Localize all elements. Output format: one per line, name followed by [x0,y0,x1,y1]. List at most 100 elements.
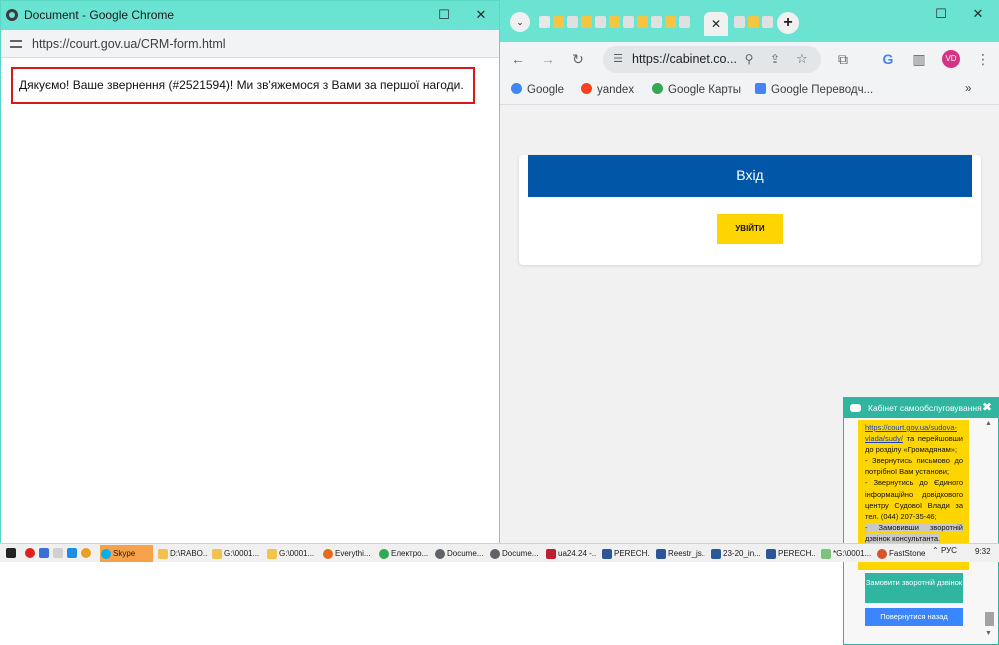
site-settings-icon[interactable]: ☰ [609,50,627,68]
scroll-up-icon[interactable]: ▲ [985,420,992,427]
maximize-icon[interactable]: ☐ [928,4,954,24]
start-windows-icon[interactable] [6,548,16,558]
tab-favicon-3[interactable] [567,16,578,28]
tab-favicon-5[interactable] [595,16,606,28]
extensions-puzzle-icon[interactable]: ⧉ [834,50,852,68]
share-icon[interactable]: ⇪ [766,50,784,68]
taskbar-everything[interactable]: Everythi... [322,545,374,562]
document-icon [711,549,721,559]
desktop-icon[interactable] [53,548,63,558]
tray-language[interactable]: ⌃ РУС [932,546,957,555]
opera-icon[interactable] [25,548,35,558]
chat-text-3: - Звернутись до Єдиного інформаційно дов… [865,478,963,521]
bookmark-yandex[interactable]: yandex [581,83,634,96]
taskbar-label: PERECH... [778,549,815,558]
close-icon[interactable]: ✕ [468,5,494,25]
taskbar-word-3[interactable]: 23-20_in... [710,545,760,562]
document-icon [656,549,666,559]
tab-favicon-7[interactable] [623,16,634,28]
taskbar-label: D:\RABO... [170,549,207,558]
close-icon[interactable]: ✕ [965,4,991,24]
maximize-icon[interactable]: ☐ [431,5,457,25]
bookmark-star-icon[interactable]: ☆ [793,50,811,68]
taskbar-folder-3[interactable]: G:\0001... [266,545,316,562]
tab-favicon-8[interactable] [637,16,648,28]
chat-text-2: - Звернутись письмово до потрібної Вам у… [865,456,963,477]
chat-scrollbar[interactable]: ▲ ▼ [983,420,995,642]
taskbar-filezilla[interactable]: ua24.24 -... [545,545,597,562]
omnibox[interactable]: ☰ https://cabinet.co... ⚲ ⇪ ☆ [603,46,821,73]
profile-avatar[interactable]: VD [942,50,960,68]
bookmark-label: Google Переводч... [771,84,874,96]
mail-icon[interactable] [67,548,77,558]
tab-favicon-10[interactable] [665,16,676,28]
bookmark-google-translate[interactable]: Google Переводч... [755,83,873,96]
tab-favicon-2[interactable] [553,16,564,28]
bookmarks-overflow-icon[interactable]: » [965,83,971,95]
yandex-icon [581,83,592,94]
taskbar-chrome-3[interactable]: Docume... [489,545,541,562]
forward-arrow-icon[interactable]: → [539,50,557,68]
tab-favicon-14[interactable] [762,16,773,28]
login-button[interactable]: УВІЙТИ [717,214,783,244]
taskbar-word-2[interactable]: Reestr_js... [655,545,705,562]
side-panel-icon[interactable]: ▥ [910,50,928,68]
left-page-content: Дякуємо! Ваше звернення (#2521594)! Ми з… [1,59,499,543]
explorer-icon[interactable] [39,548,49,558]
tab-search-chevron-icon[interactable]: ⌄ [510,12,530,32]
bookmarks-bar: Google yandex Google Карты Google Перево… [500,76,999,105]
search-icon [323,549,333,559]
right-url[interactable]: https://cabinet.co... [632,52,737,66]
chrome-app-icon [6,9,18,21]
windows-taskbar: Skype D:\RABO... G:\0001... G:\0001... E… [0,543,999,562]
menu-kebab-icon[interactable]: ⋮ [974,50,992,68]
left-window-title: Document - Google Chrome [24,8,175,22]
taskbar-word-4[interactable]: PERECH... [765,545,815,562]
clock[interactable]: 9:32 [975,547,991,556]
chat-widget: Кабінет самообслуговування ✖ https://cou… [843,397,999,645]
order-callback-button[interactable]: Замовити зворотній дзвінок [865,573,963,603]
taskbar-label: Skype [113,549,136,558]
reload-icon[interactable]: ↻ [569,50,587,68]
left-address-bar[interactable]: https://court.gov.ua/CRM-form.html [1,30,499,58]
go-back-button[interactable]: Повернутися назад [865,608,963,626]
tab-favicon-1[interactable] [539,16,550,28]
left-url[interactable]: https://court.gov.ua/CRM-form.html [32,37,226,51]
chat-highlight: - Замовивши зворотній дзвінок консультан… [865,522,963,543]
translate-icon [755,83,766,94]
zoom-icon[interactable]: ⚲ [740,50,758,68]
back-arrow-icon[interactable]: ← [509,50,527,68]
taskbar-folder-1[interactable]: D:\RABO... [157,545,207,562]
taskbar-skype[interactable]: Skype [100,545,153,562]
active-tab-close-icon[interactable]: ✕ [704,12,728,36]
taskbar-chrome-2[interactable]: Docume... [434,545,486,562]
tab-favicon-13[interactable] [748,16,759,28]
tab-favicon-4[interactable] [581,16,592,28]
tray-chevron-icon[interactable]: ⌃ [932,546,941,555]
scroll-thumb[interactable] [985,612,994,626]
bookmark-google-maps[interactable]: Google Карты [652,83,741,96]
tab-favicon-12[interactable] [734,16,745,28]
tab-favicon-6[interactable] [609,16,620,28]
taskbar-label: PERECH... [614,549,649,558]
taskbar-label: G:\0001... [224,549,260,558]
bookmark-google[interactable]: Google [511,83,564,96]
left-title-bar: Document - Google Chrome ☐ ✕ [1,1,499,30]
taskbar-label: FastStone [889,549,926,558]
taskbar-notepad[interactable]: *G:\0001... [820,545,872,562]
tab-favicon-11[interactable] [679,16,690,28]
scroll-down-icon[interactable]: ▼ [985,630,992,637]
taskbar-chrome-1[interactable]: Електро... [378,545,430,562]
maps-pin-icon [652,83,663,94]
notepad-icon [821,549,831,559]
folder-icon [267,549,277,559]
site-settings-icon[interactable] [10,39,22,49]
tab-favicon-9[interactable] [651,16,662,28]
taskbar-word-1[interactable]: PERECH... [601,545,649,562]
chrome-quick-icon[interactable] [81,548,91,558]
taskbar-folder-2[interactable]: G:\0001... [211,545,261,562]
chat-close-icon[interactable]: ✖ [982,400,992,414]
new-tab-plus-icon[interactable]: + [777,12,799,34]
google-g-icon[interactable]: G [879,50,897,68]
taskbar-faststone[interactable]: FastStone [876,545,926,562]
